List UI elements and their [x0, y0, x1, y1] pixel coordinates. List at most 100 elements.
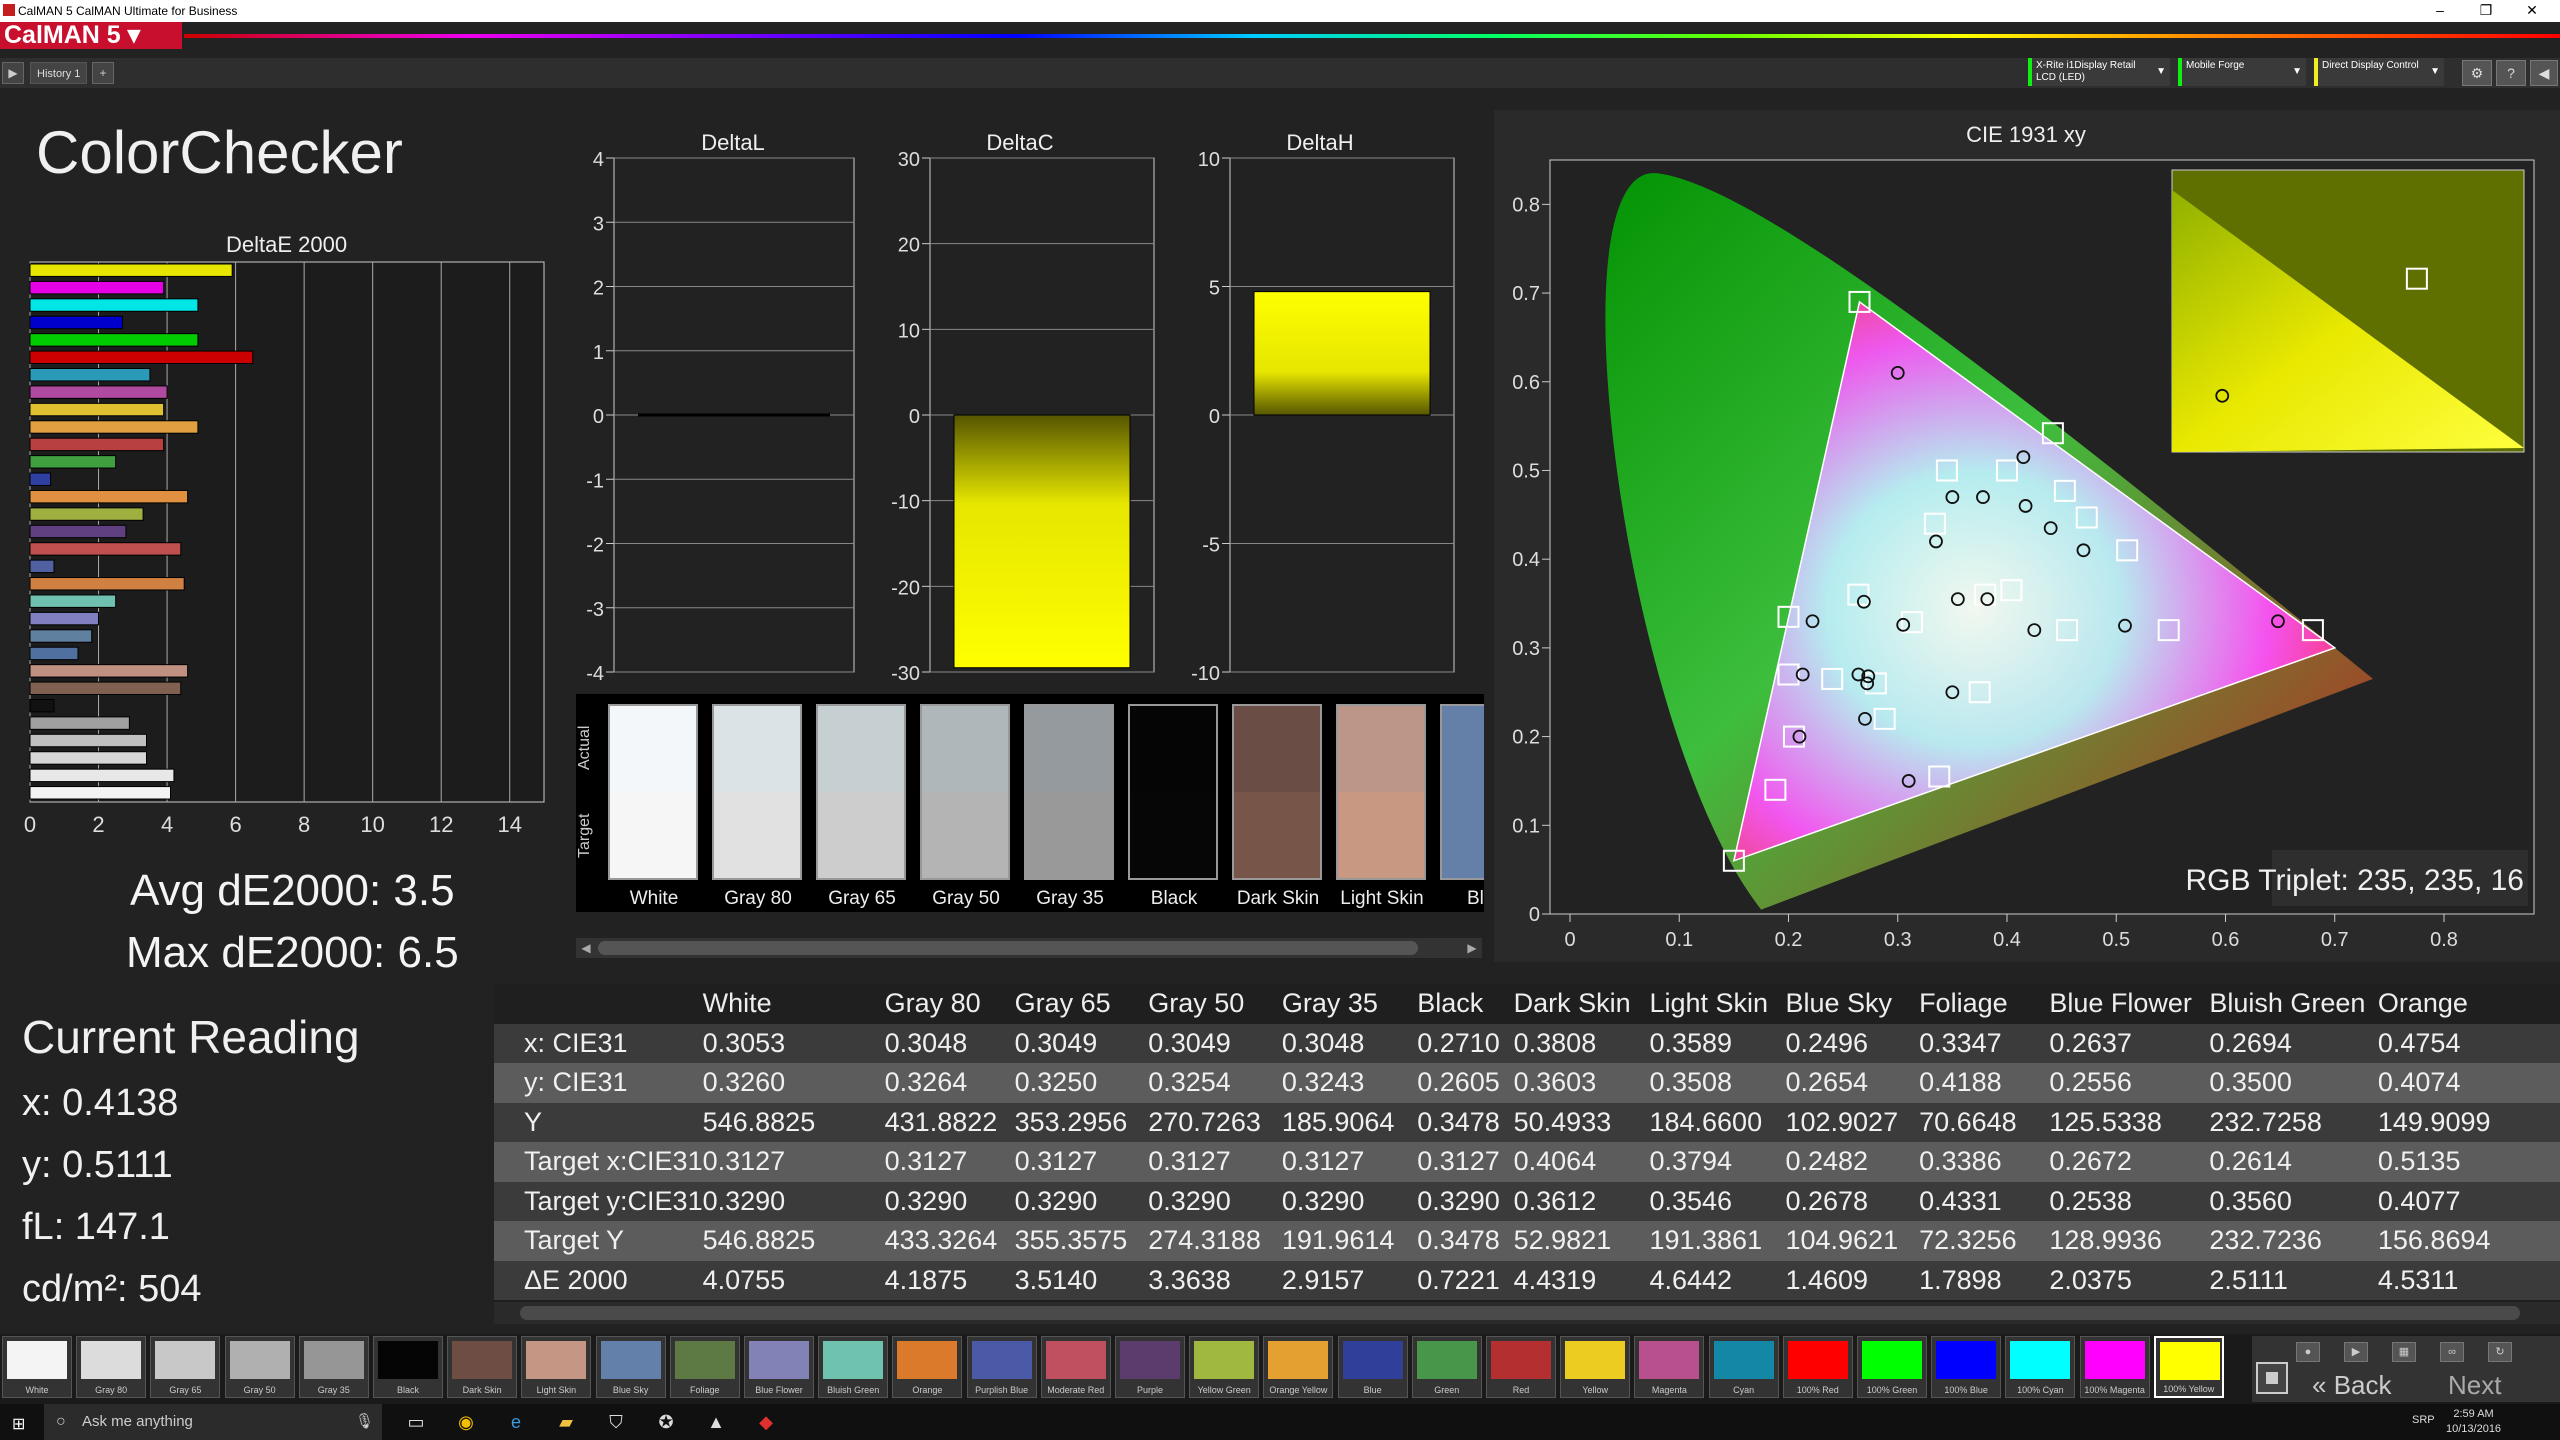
calman-logo-menu[interactable]: CalMAN 5 ▾ [0, 22, 182, 49]
patch-yellow[interactable]: Yellow [1560, 1336, 1631, 1398]
patch-100-magenta[interactable]: 100% Magenta [2079, 1336, 2150, 1398]
table-column-header[interactable]: Foliage [1919, 984, 2049, 1024]
patch-blue[interactable]: Blue [1337, 1336, 1408, 1398]
patch-dark-skin[interactable]: Dark Skin [447, 1336, 518, 1398]
scrollbar-thumb[interactable] [520, 1306, 2520, 1320]
patch-100-yellow[interactable]: 100% Yellow [2153, 1336, 2224, 1398]
patch-blue-sky[interactable]: Blue Sky [595, 1336, 666, 1398]
photos-icon[interactable]: ▲ [704, 1410, 728, 1434]
table-column-header[interactable]: Bluish Green [2209, 984, 2378, 1024]
loop-icon[interactable]: ∞ [2440, 1342, 2464, 1362]
swatch-target [1130, 792, 1216, 878]
calman-taskbar-icon[interactable]: ◆ [754, 1410, 778, 1434]
cie-x-tick-label: 0.4 [1993, 929, 2021, 951]
table-column-header[interactable]: Gray 50 [1148, 984, 1282, 1024]
patch-green[interactable]: Green [1411, 1336, 1482, 1398]
settings-gear-icon[interactable]: ⚙ [2462, 60, 2492, 86]
edge-icon[interactable]: e [504, 1410, 528, 1434]
deltae-bar [29, 733, 148, 748]
patch-name: Bluish Green [827, 1385, 880, 1395]
display-selector[interactable]: Direct Display Control ▼ [2314, 58, 2444, 86]
patch-100-red[interactable]: 100% Red [1782, 1336, 1853, 1398]
patch-yellow-green[interactable]: Yellow Green [1189, 1336, 1260, 1398]
play-icon[interactable]: ▶ [2344, 1342, 2368, 1362]
table-column-header[interactable]: Blue Sky [1785, 984, 1919, 1024]
clock[interactable]: 2:59 AM 10/13/2016 [2446, 1407, 2501, 1437]
deltae-bar [29, 437, 165, 452]
cie-1931-chart: CIE 1931 xy 0 0.1 0.2 0.3 0.4 0.5 0.6 0.7 0.8 0.8 0… [1512, 122, 2535, 951]
table-column-header[interactable]: Gray 80 [885, 984, 1015, 1024]
collapse-icon[interactable]: ◀ [2530, 60, 2558, 86]
delta-tick-label: 5 [1209, 278, 1220, 300]
source-selector[interactable]: Mobile Forge ▼ [2178, 58, 2306, 86]
patch-gray-80[interactable]: Gray 80 [76, 1336, 147, 1398]
patch-light-skin[interactable]: Light Skin [521, 1336, 592, 1398]
table-column-header[interactable]: Dark Skin [1514, 984, 1650, 1024]
swatch-scrollbar[interactable]: ◀ ▶ [576, 938, 1482, 958]
patch-red[interactable]: Red [1486, 1336, 1556, 1398]
patch-100-blue[interactable]: 100% Blue [1931, 1336, 2002, 1398]
task-view-icon[interactable]: ▭ [404, 1410, 428, 1434]
table-column-header[interactable]: Black [1417, 984, 1513, 1024]
patch-name: Gray 50 [243, 1385, 276, 1395]
language-indicator[interactable]: SRP [2412, 1414, 2435, 1426]
table-cell: 0.3478 [1417, 1102, 1514, 1142]
patch-cyan[interactable]: Cyan [1708, 1336, 1779, 1398]
cortana-search[interactable]: ○ Ask me anything 🎙 [44, 1404, 382, 1440]
windows-start-icon[interactable]: ⊞ [12, 1414, 30, 1433]
swatch-actual [1234, 706, 1320, 792]
patch-black[interactable]: Black [373, 1336, 443, 1398]
scrollbar-thumb[interactable] [598, 941, 1418, 955]
patch-purplish-blue[interactable]: Purplish Blue [966, 1336, 1037, 1398]
patch-100-green[interactable]: 100% Green [1857, 1336, 1927, 1398]
patch-purple[interactable]: Purple [1115, 1336, 1185, 1398]
app-icon-1[interactable]: ✪ [654, 1410, 678, 1434]
patch-gray-50[interactable]: Gray 50 [224, 1336, 295, 1398]
patch-orange-yellow[interactable]: Orange Yellow [1263, 1336, 1334, 1398]
patch-100-cyan[interactable]: 100% Cyan [2005, 1336, 2076, 1398]
back-button[interactable]: « Back [2312, 1370, 2392, 1401]
table-column-header[interactable]: Gray 65 [1015, 984, 1149, 1024]
table-column-header[interactable]: Gray 35 [1282, 984, 1417, 1024]
close-button[interactable]: ✕ [2512, 0, 2552, 20]
patch-moderate-red[interactable]: Moderate Red [1040, 1336, 1111, 1398]
add-tab-button[interactable]: + [92, 62, 114, 84]
table-column-header[interactable]: White [703, 984, 885, 1024]
scroll-right-icon[interactable]: ▶ [1462, 938, 1482, 958]
table-cell: 0.2496 [1785, 1023, 1920, 1063]
next-button[interactable]: Next [2448, 1370, 2501, 1401]
patch-bluish-green[interactable]: Bluish Green [818, 1336, 889, 1398]
patch-foliage[interactable]: Foliage [669, 1336, 740, 1398]
table-cell: 0.3612 [1513, 1181, 1650, 1221]
table-row: ΔE 2000 4.0755 4.1875 3.5140 3.3638 2.9157 0.7… [494, 1260, 2560, 1300]
table-column-header[interactable]: Blue Flower [2049, 984, 2209, 1024]
tab-history-1[interactable]: History 1 [30, 62, 88, 84]
grid-icon[interactable]: ▦ [2392, 1342, 2416, 1362]
patch-magenta[interactable]: Magenta [1634, 1336, 1705, 1398]
table-column-header[interactable]: Orange [2378, 984, 2560, 1024]
table-row-label: ΔE 2000 [494, 1260, 703, 1300]
maximize-button[interactable]: ❐ [2466, 0, 2506, 20]
meter-selector[interactable]: X-Rite i1Display Retail LCD (LED) ▼ [2028, 58, 2170, 86]
patch-white[interactable]: White [2, 1336, 72, 1398]
refresh-icon[interactable]: ↻ [2488, 1342, 2512, 1362]
play-icon[interactable]: ▶ [2, 62, 24, 84]
patch-blue-flower[interactable]: Blue Flower [744, 1336, 814, 1398]
table-scrollbar[interactable] [494, 1302, 2560, 1324]
record-icon[interactable]: ● [2296, 1342, 2320, 1362]
store-icon[interactable]: ⛉ [604, 1410, 628, 1434]
minimize-button[interactable]: – [2420, 0, 2460, 20]
table-cell: 4.1875 [884, 1260, 1015, 1300]
patch-gray-65[interactable]: Gray 65 [150, 1336, 221, 1398]
scroll-left-icon[interactable]: ◀ [576, 938, 596, 958]
help-icon[interactable]: ? [2496, 60, 2526, 86]
stop-button[interactable] [2256, 1362, 2288, 1394]
patch-orange[interactable]: Orange [892, 1336, 963, 1398]
chrome-icon[interactable]: ◉ [454, 1410, 478, 1434]
patch-gray-35[interactable]: Gray 35 [298, 1336, 369, 1398]
cie-y-tick-label: 0.6 [1512, 372, 1540, 394]
table-column-header[interactable]: Light Skin [1649, 984, 1785, 1024]
file-explorer-icon[interactable]: ▰ [554, 1410, 578, 1434]
deltae-bar [29, 507, 144, 521]
microphone-icon[interactable]: 🎙 [355, 1404, 374, 1440]
